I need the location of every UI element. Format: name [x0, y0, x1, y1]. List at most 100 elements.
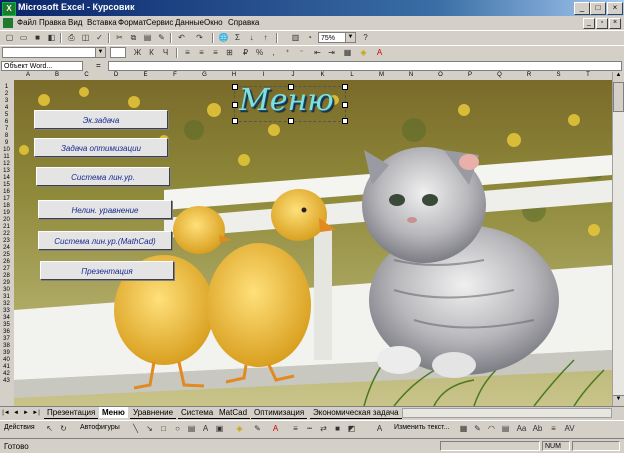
formula-input[interactable] [108, 61, 622, 71]
row-header[interactable]: 13 [0, 168, 13, 175]
wordart-shape-icon[interactable]: ◠ [486, 423, 497, 434]
row-header[interactable]: 9 [0, 140, 13, 147]
column-header[interactable]: H [219, 72, 249, 78]
row-header[interactable]: 32 [0, 301, 13, 308]
row-header[interactable]: 17 [0, 196, 13, 203]
paste-icon[interactable]: ▤ [142, 32, 153, 43]
row-header[interactable]: 40 [0, 357, 13, 364]
cut-icon[interactable]: ✂ [114, 32, 125, 43]
row-header[interactable]: 33 [0, 308, 13, 315]
button-linear-system[interactable]: Система лин.ур. [36, 167, 170, 186]
tab-optimization[interactable]: Оптимизация [251, 407, 308, 419]
tab-matcad[interactable]: MatCad [216, 407, 251, 419]
row-header[interactable]: 6 [0, 119, 13, 126]
actions-menu[interactable]: Действия [4, 424, 35, 431]
bold-icon[interactable]: Ж [132, 47, 143, 58]
row-header[interactable]: 14 [0, 175, 13, 182]
row-header[interactable]: 12 [0, 161, 13, 168]
hyperlink-icon[interactable]: 🌐 [218, 32, 229, 43]
row-header[interactable]: 24 [0, 245, 13, 252]
resize-handle[interactable] [232, 118, 238, 124]
column-header[interactable]: R [514, 72, 544, 78]
fill-color-icon[interactable]: ◈ [234, 423, 245, 434]
scroll-thumb[interactable] [613, 82, 624, 112]
wordart-gallery-icon[interactable]: ▦ [458, 423, 469, 434]
column-header[interactable]: Q [485, 72, 514, 78]
row-header[interactable]: 35 [0, 322, 13, 329]
edit-text-button[interactable]: Изменить текст... [394, 424, 449, 431]
help-icon[interactable]: ? [360, 32, 371, 43]
row-header[interactable]: 22 [0, 231, 13, 238]
resize-handle[interactable] [342, 102, 348, 108]
column-header[interactable]: M [367, 72, 396, 78]
wordart-icon[interactable]: A [200, 423, 211, 434]
new-icon[interactable]: ▢ [4, 32, 15, 43]
sort-descending-icon[interactable]: ↑ [260, 32, 271, 43]
name-box[interactable]: Объект Word... [1, 61, 83, 71]
borders-icon[interactable]: ▦ [342, 47, 353, 58]
menu-data[interactable]: Данные [175, 18, 204, 27]
resize-handle[interactable] [342, 118, 348, 124]
tab-first-icon[interactable]: |◄ [2, 409, 10, 417]
drawing-toggle-icon[interactable]: ◔ [304, 32, 315, 43]
3d-icon[interactable]: ◩ [346, 423, 357, 434]
row-header[interactable]: 1 [0, 84, 13, 91]
sort-ascending-icon[interactable]: ↓ [246, 32, 257, 43]
undo-icon[interactable]: ↶ [176, 32, 187, 43]
arrow-icon[interactable]: ↘ [144, 423, 155, 434]
row-header[interactable]: 11 [0, 154, 13, 161]
scroll-down-icon[interactable]: ▼ [613, 395, 624, 406]
maximize-button[interactable]: □ [590, 2, 606, 15]
tab-prev-icon[interactable]: ◄ [12, 409, 20, 417]
underline-icon[interactable]: Ч [160, 47, 171, 58]
char-spacing-icon[interactable]: AV [564, 423, 575, 434]
align-center-icon[interactable]: ≡ [196, 47, 207, 58]
button-nonlinear-equation[interactable]: Нелин. уравнение [38, 200, 172, 219]
doc-restore-button[interactable]: ▫ [596, 18, 608, 29]
resize-handle[interactable] [288, 84, 294, 90]
row-header[interactable]: 25 [0, 252, 13, 259]
menu-file[interactable]: Файл [17, 18, 37, 27]
same-height-icon[interactable]: Aa [516, 423, 527, 434]
rotate-icon[interactable]: ↻ [58, 423, 69, 434]
chart-wizard-icon[interactable]: ▥ [290, 32, 301, 43]
textbox-icon[interactable]: ▤ [186, 423, 197, 434]
column-header[interactable]: D [101, 72, 131, 78]
row-header[interactable]: 34 [0, 315, 13, 322]
menu-edit[interactable]: Правка [39, 18, 66, 27]
row-header[interactable]: 8 [0, 133, 13, 140]
font-color-icon[interactable]: A [270, 423, 281, 434]
row-header[interactable]: 7 [0, 126, 13, 133]
row-header[interactable]: 26 [0, 259, 13, 266]
align-right-icon[interactable]: ≡ [210, 47, 221, 58]
row-header[interactable]: 18 [0, 203, 13, 210]
row-header[interactable]: 31 [0, 294, 13, 301]
row-header[interactable]: 4 [0, 105, 13, 112]
column-header[interactable]: L [337, 72, 367, 78]
save-icon[interactable]: ■ [32, 32, 43, 43]
percent-icon[interactable]: % [254, 47, 265, 58]
tab-next-icon[interactable]: ► [22, 409, 30, 417]
column-header[interactable]: A [14, 72, 42, 78]
italic-icon[interactable]: К [146, 47, 157, 58]
row-header[interactable]: 19 [0, 210, 13, 217]
resize-handle[interactable] [232, 102, 238, 108]
row-header[interactable]: 20 [0, 217, 13, 224]
column-header[interactable]: N [396, 72, 426, 78]
button-presentation[interactable]: Презентация [40, 261, 174, 280]
row-header[interactable]: 42 [0, 371, 13, 378]
comma-style-icon[interactable]: , [268, 47, 279, 58]
fill-color-icon[interactable]: ◈ [358, 47, 369, 58]
button-optimization-task[interactable]: Задача оптимизации [34, 138, 168, 157]
resize-handle[interactable] [288, 118, 294, 124]
menu-format[interactable]: Формат [118, 18, 146, 27]
autoshapes-menu[interactable]: Автофигуры [80, 424, 120, 431]
column-header[interactable]: O [426, 72, 455, 78]
menu-help[interactable]: Справка [228, 18, 259, 27]
wordart-menu-title[interactable]: Меню [232, 83, 348, 124]
column-header[interactable]: K [308, 72, 337, 78]
minimize-button[interactable]: _ [574, 2, 590, 15]
copy-icon[interactable]: ⧉ [128, 32, 139, 43]
font-name-select[interactable]: ▼ [2, 47, 106, 58]
autosum-icon[interactable]: Σ [232, 32, 243, 43]
